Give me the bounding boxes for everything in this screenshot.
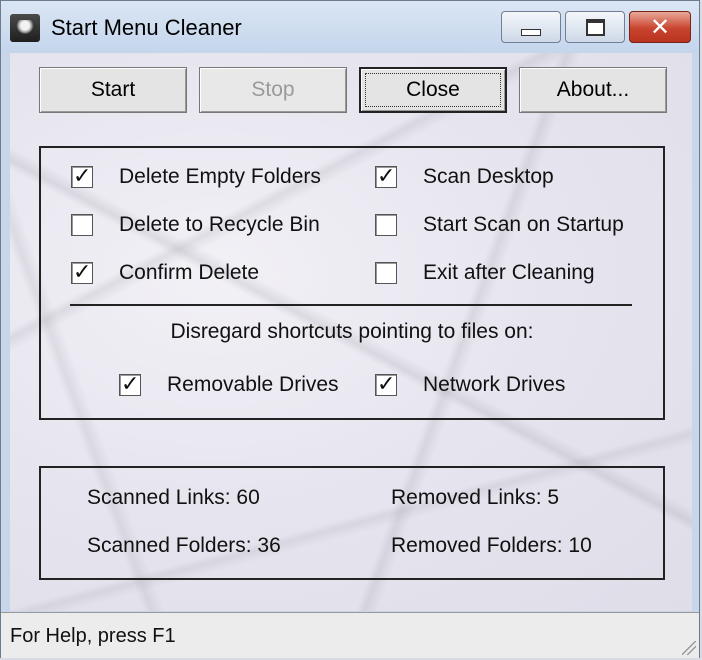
checkbox-label: Exit after Cleaning — [423, 261, 595, 284]
options-group: Delete Empty Folders Scan Desktop Delete… — [39, 146, 665, 420]
checkbox-checked-icon[interactable] — [375, 372, 397, 397]
checkbox-checked-icon[interactable] — [71, 164, 93, 189]
stop-button[interactable]: Stop — [199, 67, 347, 113]
checkbox-delete-to-recycle-bin[interactable]: Delete to Recycle Bin — [71, 213, 320, 237]
close-window-button[interactable]: ✕ — [629, 11, 691, 43]
start-button[interactable]: Start — [39, 67, 187, 113]
title-bar[interactable]: Start Menu Cleaner ✕ — [1, 1, 699, 53]
status-bar: For Help, press F1 — [1, 612, 699, 658]
status-text: For Help, press F1 — [10, 625, 176, 647]
maximize-icon — [585, 18, 605, 36]
checkbox-checked-icon[interactable] — [375, 164, 397, 189]
checkbox-unchecked-icon[interactable] — [375, 214, 397, 236]
checkbox-unchecked-icon[interactable] — [375, 262, 397, 284]
divider — [70, 304, 632, 306]
stop-button-label: Stop — [251, 78, 295, 101]
close-button[interactable]: Close — [359, 67, 507, 113]
checkbox-network-drives[interactable]: Network Drives — [375, 372, 566, 397]
checkbox-exit-after-cleaning[interactable]: Exit after Cleaning — [375, 261, 595, 285]
window-title: Start Menu Cleaner — [51, 15, 242, 40]
checkbox-unchecked-icon[interactable] — [71, 214, 93, 236]
minimize-button[interactable] — [501, 11, 561, 43]
about-button[interactable]: About... — [519, 67, 667, 113]
checkbox-start-scan-on-startup[interactable]: Start Scan on Startup — [375, 213, 624, 237]
minimize-icon — [521, 28, 541, 36]
checkbox-label: Removable Drives — [167, 373, 339, 396]
checkbox-confirm-delete[interactable]: Confirm Delete — [71, 260, 260, 285]
maximize-button[interactable] — [565, 11, 625, 43]
close-icon: ✕ — [649, 13, 671, 41]
close-button-label: Close — [365, 73, 501, 107]
client-area: Start Stop Close About... Delete Empty F… — [10, 53, 692, 611]
checkbox-label: Scan Desktop — [423, 165, 554, 188]
checkbox-delete-empty-folders[interactable]: Delete Empty Folders — [71, 164, 321, 189]
checkbox-label: Confirm Delete — [119, 261, 260, 284]
removed-folders-count: Removed Folders: 10 — [391, 534, 592, 557]
about-button-label: About... — [556, 78, 630, 101]
checkbox-removable-drives[interactable]: Removable Drives — [119, 372, 339, 397]
checkbox-checked-icon[interactable] — [119, 372, 141, 397]
removed-links-count: Removed Links: 5 — [391, 486, 560, 509]
checkbox-scan-desktop[interactable]: Scan Desktop — [375, 164, 554, 189]
disregard-heading: Disregard shortcuts pointing to files on… — [170, 320, 534, 343]
checkbox-label: Delete Empty Folders — [119, 165, 321, 188]
statistics-group: Scanned Links: 60 Removed Links: 5 Scann… — [39, 466, 665, 580]
checkbox-checked-icon[interactable] — [71, 260, 93, 285]
app-icon[interactable] — [10, 14, 40, 42]
resize-grip-icon[interactable] — [682, 641, 696, 655]
app-window: Start Menu Cleaner ✕ Start Stop Close Ab… — [0, 0, 700, 658]
checkbox-label: Delete to Recycle Bin — [119, 213, 320, 236]
scanned-folders-count: Scanned Folders: 36 — [87, 534, 281, 557]
start-button-label: Start — [90, 78, 136, 101]
checkbox-label: Network Drives — [423, 373, 566, 396]
checkbox-label: Start Scan on Startup — [423, 213, 624, 236]
scanned-links-count: Scanned Links: 60 — [87, 486, 260, 509]
